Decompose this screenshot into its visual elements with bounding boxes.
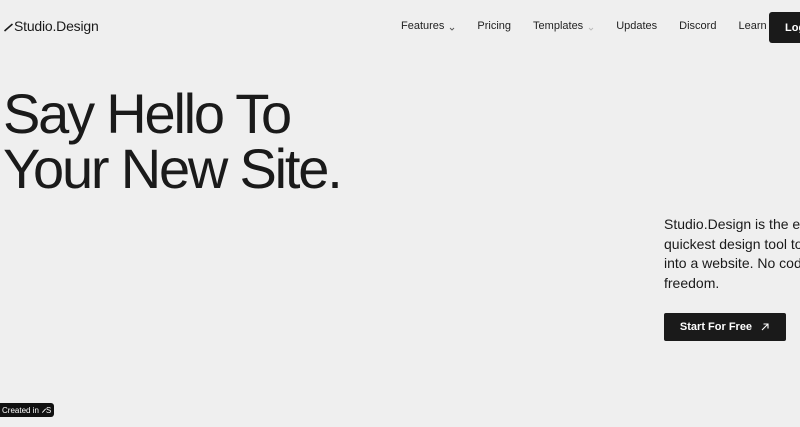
- brand-name: Studio.Design: [14, 18, 99, 34]
- nav-item-label: Templates: [533, 20, 584, 32]
- created-in-studio-badge[interactable]: Created in S: [0, 403, 55, 417]
- main-nav: Features Pricing Templates Updates Disco…: [401, 20, 767, 32]
- login-button[interactable]: Log: [769, 12, 800, 43]
- hero-description-line: freedom.: [664, 274, 720, 291]
- nav-item-label: Pricing: [477, 20, 512, 32]
- nav-item-discord[interactable]: Discord: [679, 20, 716, 32]
- slash-logo-icon: [4, 20, 13, 32]
- hero-title-line: Your New Site.: [3, 137, 343, 200]
- hero-description-line: into a website. No cod: [664, 255, 800, 271]
- chevron-down-icon: [449, 23, 455, 31]
- hero-description-line: Studio.Design is the ea: [664, 216, 800, 232]
- badge-label: Created in: [2, 405, 39, 415]
- brand-logo[interactable]: Studio.Design: [4, 18, 99, 34]
- nav-item-label: Updates: [616, 20, 658, 32]
- nav-item-label: Discord: [679, 20, 717, 32]
- nav-item-label: Features: [401, 20, 445, 32]
- nav-item-templates[interactable]: Templates: [533, 20, 594, 32]
- page: Studio.Design Features Pricing Templates…: [0, 0, 800, 427]
- hero-title-line: Say Hello To: [3, 82, 292, 145]
- nav-item-label: Learn: [738, 20, 767, 32]
- hero-title: Say Hello To Your New Site.: [3, 82, 343, 200]
- arrow-up-right-icon: [760, 322, 770, 332]
- nav-item-updates[interactable]: Updates: [616, 20, 657, 32]
- badge-logo-text: S: [45, 405, 52, 415]
- nav-item-features[interactable]: Features: [401, 20, 455, 32]
- cta-label: Start For Free: [679, 321, 753, 333]
- nav-item-learn[interactable]: Learn: [738, 20, 766, 32]
- login-button-label: Log: [785, 21, 800, 34]
- hero-description: Studio.Design is the ea quickest design …: [664, 215, 800, 293]
- nav-item-pricing[interactable]: Pricing: [477, 20, 511, 32]
- studio-logo-icon: S: [41, 405, 52, 415]
- chevron-down-icon: [588, 23, 594, 31]
- start-for-free-button[interactable]: Start For Free: [664, 313, 786, 341]
- hero-description-line: quickest design tool to: [664, 235, 800, 252]
